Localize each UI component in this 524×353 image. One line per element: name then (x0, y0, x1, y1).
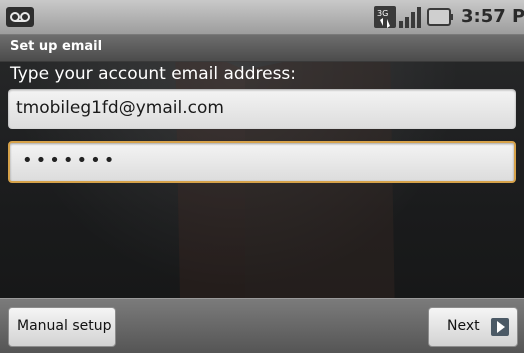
svg-text:3G: 3G (377, 9, 388, 18)
email-value: tmobileg1fd@ymail.com (16, 98, 224, 118)
signal-icon (399, 7, 421, 28)
next-button[interactable]: Next (428, 307, 518, 347)
status-bar: 3G 3:57 PM (0, 0, 524, 35)
password-value: ••••••• (22, 150, 118, 171)
manual-setup-button[interactable]: Manual setup (8, 307, 116, 347)
page-title: Set up email (10, 39, 103, 54)
next-label: Next (447, 318, 480, 334)
battery-icon (427, 8, 453, 26)
email-field[interactable]: tmobileg1fd@ymail.com (8, 89, 516, 129)
arrow-right-icon (491, 318, 509, 336)
network-3g-icon: 3G (374, 6, 396, 28)
clock: 3:57 PM (461, 6, 524, 27)
manual-setup-label: Manual setup (17, 318, 112, 334)
title-bar: Set up email (0, 35, 524, 62)
voicemail-icon (6, 7, 34, 27)
password-field[interactable]: ••••••• (8, 141, 516, 183)
email-prompt-label: Type your account email address: (10, 64, 297, 84)
bottom-button-bar: Manual setup Next (0, 298, 524, 353)
